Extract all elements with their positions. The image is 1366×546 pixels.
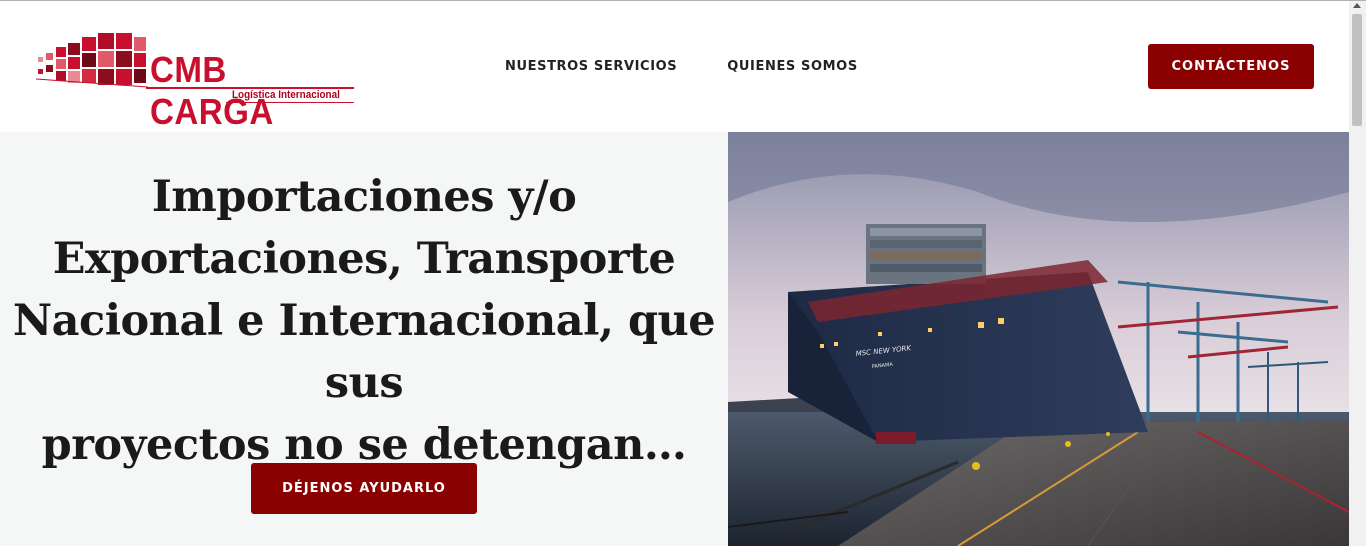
contact-button[interactable]: CONTÁCTENOS <box>1148 44 1314 89</box>
hero-title: Importaciones y/o Exportaciones, Transpo… <box>0 166 728 476</box>
container-ship-photo: MSC NEW YORK PANAMA <box>728 132 1349 546</box>
hero-title-line: Nacional e Internacional, que sus <box>12 296 716 408</box>
help-cta-button[interactable]: DÉJENOS AYUDARLO <box>251 463 477 514</box>
nav-item-servicios[interactable]: NUESTROS SERVICIOS <box>505 59 677 74</box>
hero-title-line: Importaciones y/o <box>151 172 577 222</box>
hero-image-container-ship: MSC NEW YORK PANAMA <box>728 132 1349 546</box>
logo-cubes-icon <box>36 33 148 88</box>
nav-item-quienes-somos[interactable]: QUIENES SOMOS <box>727 59 858 74</box>
hero-text-panel: Importaciones y/o Exportaciones, Transpo… <box>0 132 728 546</box>
main-nav: NUESTROS SERVICIOS QUIENES SOMOS <box>505 59 858 74</box>
logo-tagline: Logística Internacional <box>232 89 340 101</box>
site-header: CMB CARGA Logística Internacional NUESTR… <box>0 1 1349 132</box>
scroll-up-arrow-icon[interactable] <box>1353 3 1361 8</box>
scrollbar-thumb[interactable] <box>1352 14 1362 126</box>
hero-title-line: Exportaciones, Transporte <box>52 234 676 284</box>
logo-tagline-underline <box>226 102 354 103</box>
logo[interactable]: CMB CARGA Logística Internacional <box>36 31 356 132</box>
